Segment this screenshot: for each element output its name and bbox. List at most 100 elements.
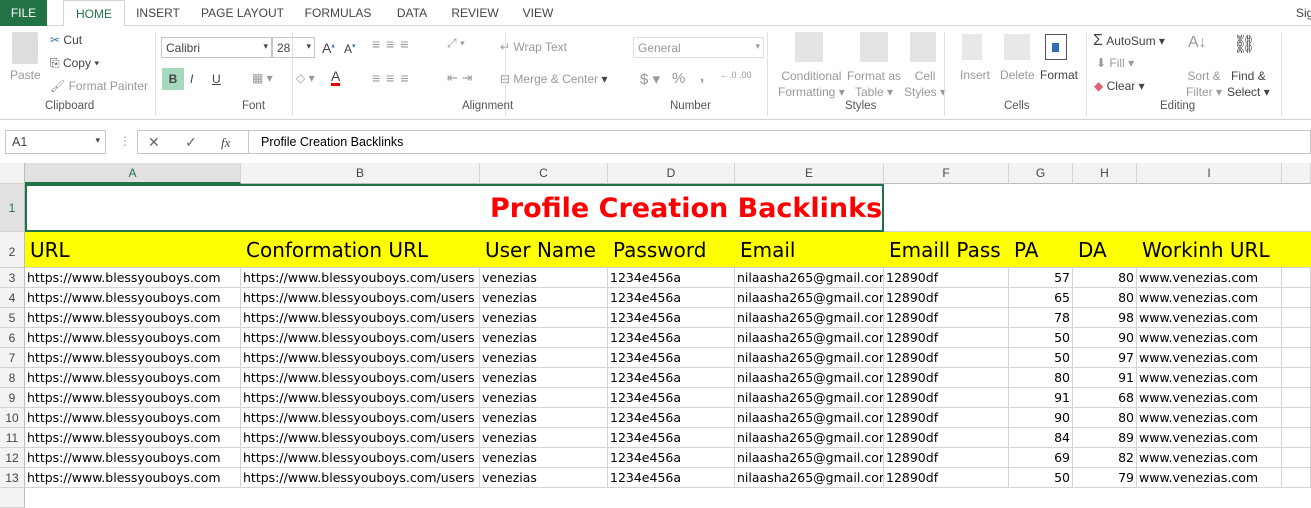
cell-h3[interactable]: 80: [1073, 268, 1137, 288]
row-header-4[interactable]: 4: [0, 288, 25, 308]
row-header-2[interactable]: 2: [0, 232, 25, 268]
cell-b5[interactable]: https://www.blessyouboys.com/users: [241, 308, 480, 328]
cell-f10[interactable]: 12890df: [884, 408, 1009, 428]
column-header-j[interactable]: [1282, 163, 1311, 184]
borders-icon[interactable]: ▦ ▾: [252, 71, 273, 85]
header-cell-d[interactable]: Password: [608, 232, 735, 268]
cell-h8[interactable]: 91: [1073, 368, 1137, 388]
orientation-icon[interactable]: ⤢ ▾: [447, 36, 465, 51]
column-header-a[interactable]: A: [25, 163, 241, 184]
cell-j13[interactable]: [1282, 468, 1311, 488]
tab-insert[interactable]: INSERT: [128, 0, 188, 26]
currency-button[interactable]: $ ▾: [640, 70, 660, 88]
cell-a10[interactable]: https://www.blessyouboys.com: [25, 408, 241, 428]
column-header-i[interactable]: I: [1137, 163, 1282, 184]
autosum-button[interactable]: Σ AutoSum ▾: [1093, 32, 1165, 50]
cell-b13[interactable]: https://www.blessyouboys.com/users: [241, 468, 480, 488]
header-cell-c[interactable]: User Name: [480, 232, 608, 268]
delete-cells-button[interactable]: Delete: [1000, 68, 1035, 82]
cell-e11[interactable]: nilaasha265@gmail.com: [735, 428, 884, 448]
cell-d4[interactable]: 1234e456a: [608, 288, 735, 308]
cell-d10[interactable]: 1234e456a: [608, 408, 735, 428]
cell-g11[interactable]: 84: [1009, 428, 1073, 448]
header-cell-h[interactable]: DA: [1073, 232, 1137, 268]
format-cells-button[interactable]: Format: [1040, 68, 1078, 82]
cell-a6[interactable]: https://www.blessyouboys.com: [25, 328, 241, 348]
column-header-f[interactable]: F: [884, 163, 1009, 184]
enter-check-icon[interactable]: ✓: [185, 134, 197, 151]
cell-j3[interactable]: [1282, 268, 1311, 288]
row-header-8[interactable]: 8: [0, 368, 25, 388]
cell-b11[interactable]: https://www.blessyouboys.com/users: [241, 428, 480, 448]
cut-button[interactable]: ✂ Cut: [50, 33, 82, 47]
decimal-buttons[interactable]: ←.0 .00: [720, 70, 752, 80]
header-cell-j[interactable]: [1282, 232, 1311, 268]
row-header-12[interactable]: 12: [0, 448, 25, 468]
header-cell-i[interactable]: Workinh URL: [1137, 232, 1282, 268]
column-header-c[interactable]: C: [480, 163, 608, 184]
cell-j8[interactable]: [1282, 368, 1311, 388]
cell-f11[interactable]: 12890df: [884, 428, 1009, 448]
cell-i4[interactable]: www.venezias.com: [1137, 288, 1282, 308]
cell-h5[interactable]: 98: [1073, 308, 1137, 328]
header-cell-g[interactable]: PA: [1009, 232, 1073, 268]
number-format-select[interactable]: General ▾: [633, 37, 764, 58]
cell-e3[interactable]: nilaasha265@gmail.com: [735, 268, 884, 288]
cell-a12[interactable]: https://www.blessyouboys.com: [25, 448, 241, 468]
header-cell-e[interactable]: Email: [735, 232, 884, 268]
cancel-icon[interactable]: ✕: [148, 134, 160, 151]
cell-f4[interactable]: 12890df: [884, 288, 1009, 308]
cell-g13[interactable]: 50: [1009, 468, 1073, 488]
cell-c13[interactable]: venezias: [480, 468, 608, 488]
row-header-13[interactable]: 13: [0, 468, 25, 488]
cell-c5[interactable]: venezias: [480, 308, 608, 328]
cell-h10[interactable]: 80: [1073, 408, 1137, 428]
paste-button[interactable]: Paste: [10, 68, 41, 82]
cell-g3[interactable]: 57: [1009, 268, 1073, 288]
column-header-b[interactable]: B: [241, 163, 480, 184]
row-header-3[interactable]: 3: [0, 268, 25, 288]
cell-a4[interactable]: https://www.blessyouboys.com: [25, 288, 241, 308]
column-header-h[interactable]: H: [1073, 163, 1137, 184]
cell-e12[interactable]: nilaasha265@gmail.com: [735, 448, 884, 468]
column-header-g[interactable]: G: [1009, 163, 1073, 184]
cell-j10[interactable]: [1282, 408, 1311, 428]
cell-d11[interactable]: 1234e456a: [608, 428, 735, 448]
cell-i7[interactable]: www.venezias.com: [1137, 348, 1282, 368]
cell-c8[interactable]: venezias: [480, 368, 608, 388]
cell-f8[interactable]: 12890df: [884, 368, 1009, 388]
percent-button[interactable]: %: [672, 70, 685, 87]
tab-home[interactable]: HOME: [63, 0, 125, 27]
comma-button[interactable]: ,: [700, 68, 704, 85]
cell-a8[interactable]: https://www.blessyouboys.com: [25, 368, 241, 388]
cell-d12[interactable]: 1234e456a: [608, 448, 735, 468]
cell-c9[interactable]: venezias: [480, 388, 608, 408]
tab-page-layout[interactable]: PAGE LAYOUT: [195, 0, 290, 26]
cell-d5[interactable]: 1234e456a: [608, 308, 735, 328]
cell-g10[interactable]: 90: [1009, 408, 1073, 428]
cell-c10[interactable]: venezias: [480, 408, 608, 428]
clear-button[interactable]: ◆ Clear ▾: [1094, 79, 1145, 93]
cell-f5[interactable]: 12890df: [884, 308, 1009, 328]
cell-f13[interactable]: 12890df: [884, 468, 1009, 488]
cell-h6[interactable]: 90: [1073, 328, 1137, 348]
cell-j4[interactable]: [1282, 288, 1311, 308]
cell-e7[interactable]: nilaasha265@gmail.com: [735, 348, 884, 368]
cell-j7[interactable]: [1282, 348, 1311, 368]
font-name-select[interactable]: Calibri ▾: [161, 37, 272, 58]
cell-d9[interactable]: 1234e456a: [608, 388, 735, 408]
fill-button[interactable]: ⬇ Fill ▾: [1096, 56, 1134, 70]
tab-view[interactable]: VIEW: [514, 0, 562, 26]
cell-a11[interactable]: https://www.blessyouboys.com: [25, 428, 241, 448]
cell-b12[interactable]: https://www.blessyouboys.com/users: [241, 448, 480, 468]
cell-d13[interactable]: 1234e456a: [608, 468, 735, 488]
cell-d8[interactable]: 1234e456a: [608, 368, 735, 388]
cell-e13[interactable]: nilaasha265@gmail.com: [735, 468, 884, 488]
row-header-9[interactable]: 9: [0, 388, 25, 408]
sign-in-link[interactable]: Sig: [1296, 0, 1311, 26]
header-cell-b[interactable]: Conformation URL: [241, 232, 480, 268]
cell-f7[interactable]: 12890df: [884, 348, 1009, 368]
cell-h13[interactable]: 79: [1073, 468, 1137, 488]
cell-c3[interactable]: venezias: [480, 268, 608, 288]
cell-h11[interactable]: 89: [1073, 428, 1137, 448]
